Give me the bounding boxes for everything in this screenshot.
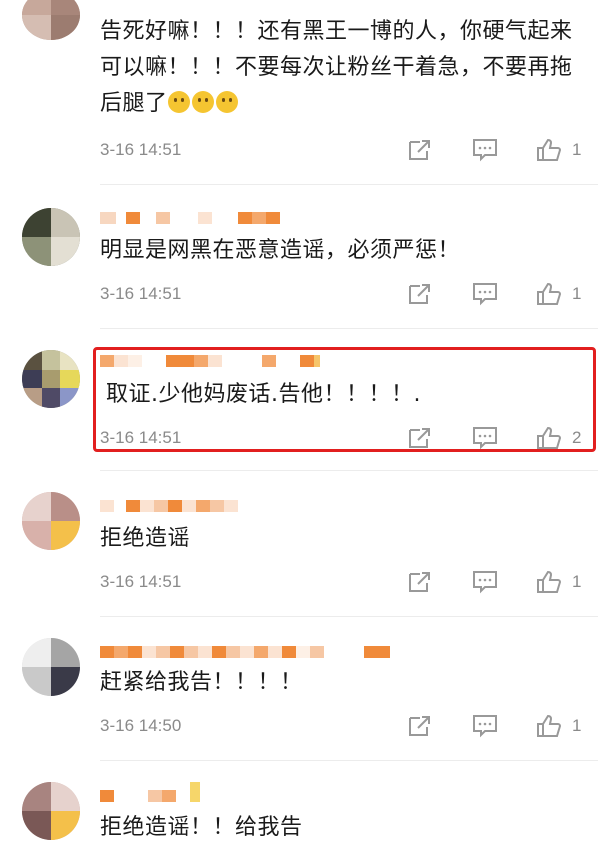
- share-icon[interactable]: [407, 714, 433, 738]
- comment-icon[interactable]: [472, 138, 498, 162]
- smile-emoji-icon: [167, 91, 190, 113]
- smile-emoji-icon: [215, 91, 238, 113]
- comment-text: 告死好嘛！！！还有黑王一博的人，你硬气起来可以嘛！！！不要每次让粉丝干着急，不要…: [100, 19, 573, 116]
- comment-text: 拒绝造谣！！给我告: [100, 815, 303, 840]
- divider: [100, 328, 598, 329]
- share-icon[interactable]: [407, 282, 433, 306]
- avatar[interactable]: [22, 350, 80, 408]
- comment-text: 明显是网黑在恶意造谣，必须严惩！: [100, 238, 461, 263]
- divider: [100, 470, 598, 471]
- like-count: 1: [572, 716, 582, 735]
- comment-time: 3-16 14:51: [100, 140, 182, 159]
- comment-meta: 3-16 14:51 1: [100, 570, 598, 598]
- smile-emoji-icon: [191, 91, 214, 113]
- comment-time: 3-16 14:51: [100, 284, 182, 303]
- username-blurred[interactable]: [100, 646, 390, 660]
- comment-icon[interactable]: [472, 282, 498, 306]
- share-icon[interactable]: [407, 138, 433, 162]
- thumbs-up-icon[interactable]: [536, 570, 562, 594]
- avatar[interactable]: [22, 492, 80, 550]
- username-blurred[interactable]: [100, 500, 238, 514]
- comment-icon[interactable]: [472, 714, 498, 738]
- comment-time: 3-16 14:50: [100, 716, 182, 735]
- like-count: 1: [572, 572, 582, 591]
- avatar[interactable]: [22, 0, 80, 40]
- divider: [100, 760, 598, 761]
- thumbs-up-icon[interactable]: [536, 282, 562, 306]
- comment-meta: 3-16 14:50 1: [100, 714, 598, 742]
- comment-time: 3-16 14:51: [100, 572, 182, 591]
- share-icon[interactable]: [407, 570, 433, 594]
- comment-text: 拒绝造谣: [100, 526, 191, 551]
- thumbs-up-icon[interactable]: [536, 138, 562, 162]
- divider: [100, 184, 598, 185]
- highlight-box: [93, 347, 596, 452]
- avatar[interactable]: [22, 638, 80, 696]
- comment-meta: 3-16 14:51 1: [100, 282, 598, 310]
- divider: [100, 616, 598, 617]
- comment-text: 赶紧给我告！！！！: [100, 670, 303, 695]
- thumbs-up-icon[interactable]: [536, 714, 562, 738]
- username-blurred[interactable]: [100, 782, 200, 804]
- avatar[interactable]: [22, 782, 80, 840]
- like-count: 1: [572, 140, 582, 159]
- like-count: 1: [572, 284, 582, 303]
- avatar[interactable]: [22, 208, 80, 266]
- comment-icon[interactable]: [472, 570, 498, 594]
- username-blurred[interactable]: [100, 212, 280, 226]
- comment-meta: 3-16 14:51 1: [100, 138, 598, 166]
